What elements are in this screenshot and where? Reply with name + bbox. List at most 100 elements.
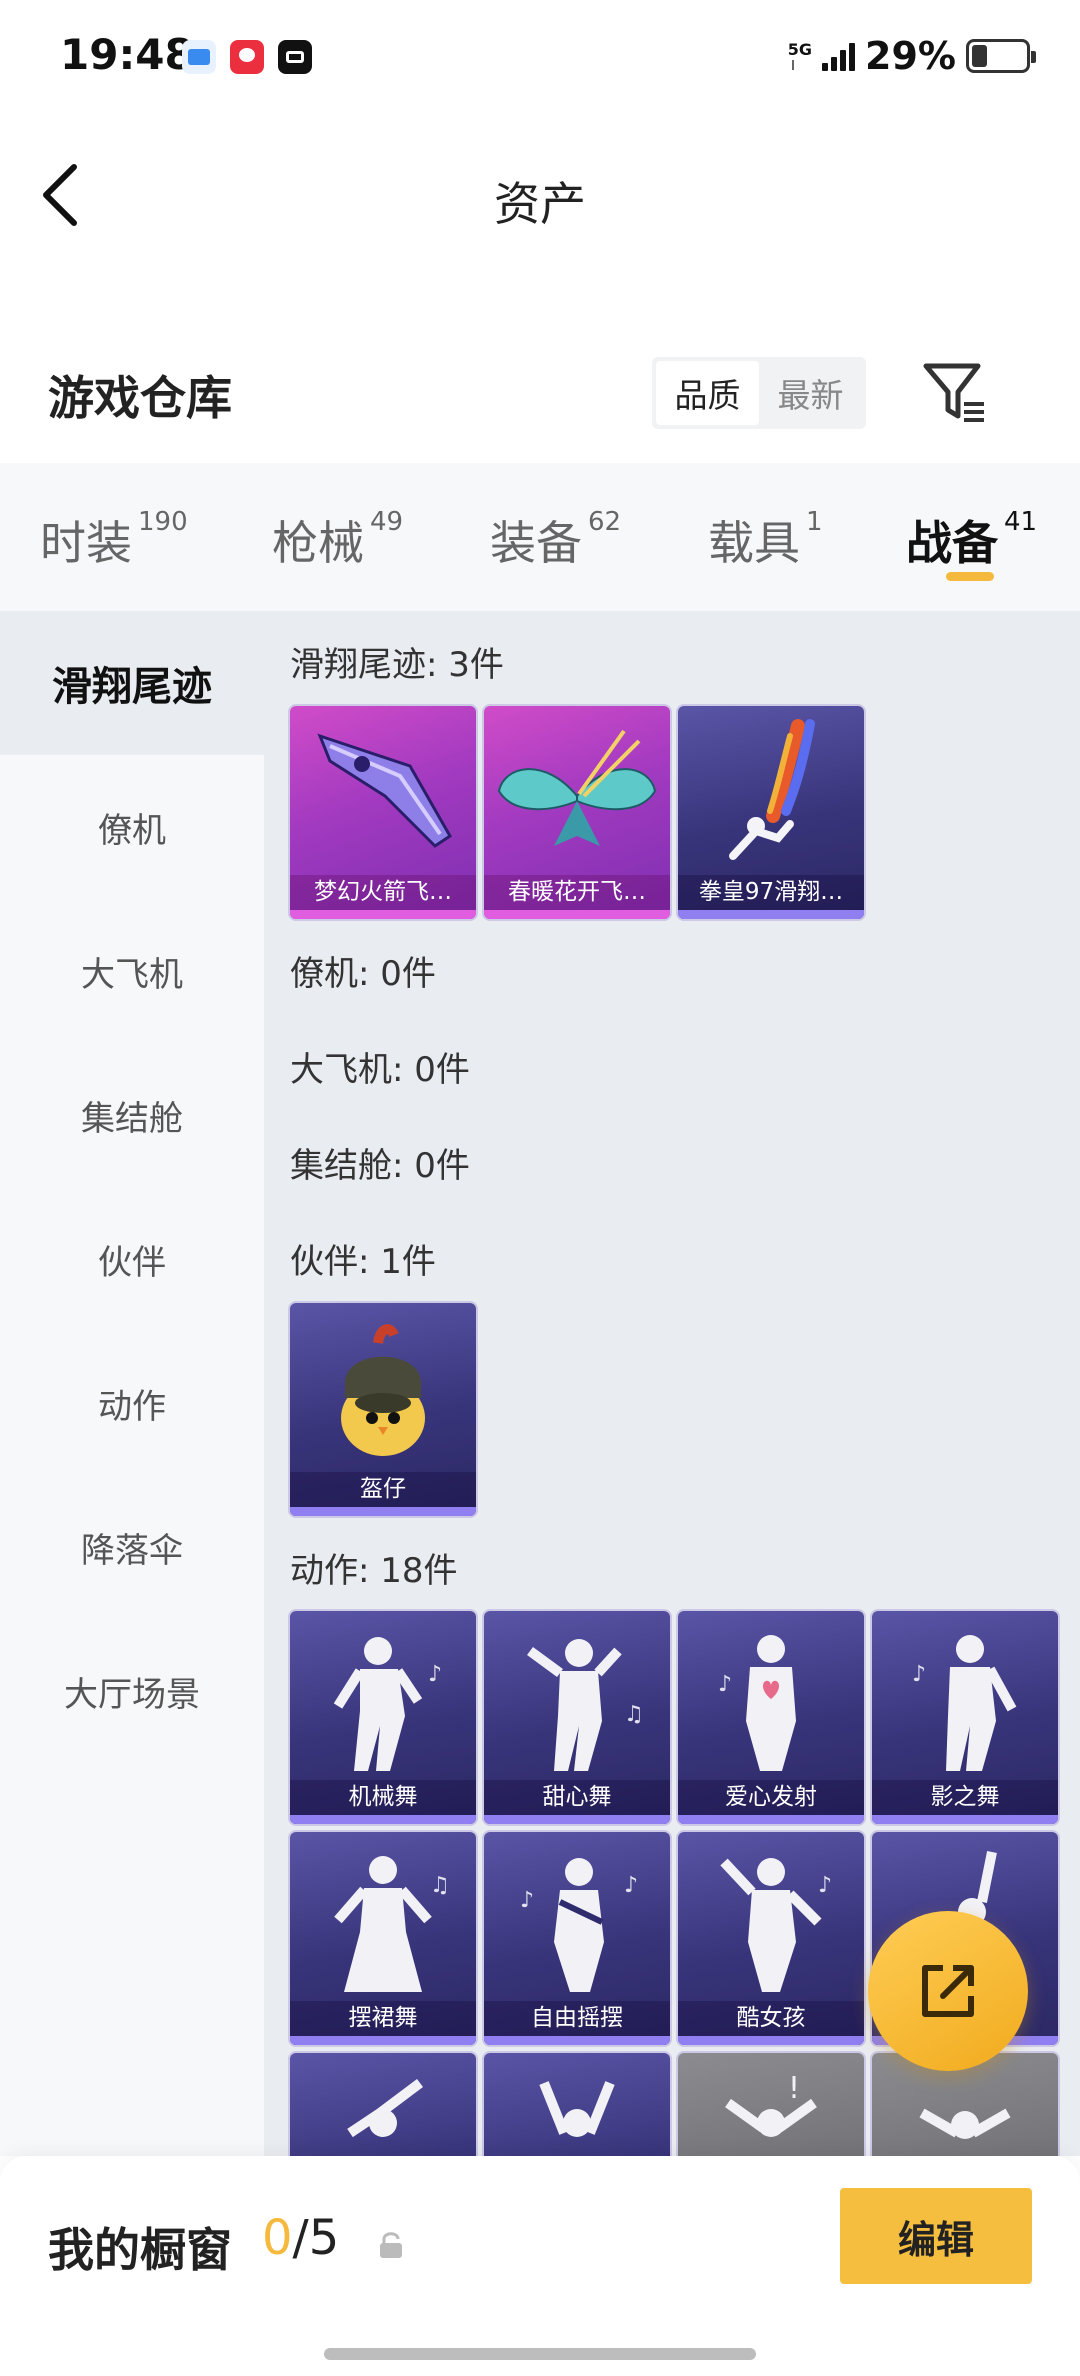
section-title-emote: 动作: 18件	[290, 1551, 458, 1591]
dancer-silhouette-image: ♪	[333, 1637, 442, 1771]
item-card[interactable]: 盔仔	[290, 1303, 476, 1516]
sidebar-item-plane[interactable]: 大飞机	[0, 899, 264, 1043]
item-label: 爱心发射	[678, 1780, 864, 1815]
item-label: 盔仔	[290, 1472, 476, 1507]
dancer-silhouette-image	[539, 2081, 615, 2137]
sidebar-item-glide-trail[interactable]: 滑翔尾迹	[0, 611, 264, 755]
tab-count: 62	[588, 507, 622, 537]
svg-text:♫: ♫	[430, 1873, 450, 1898]
dancer-silhouette-image: ♪	[912, 1635, 1017, 1771]
item-card[interactable]: ♪ 机械舞	[290, 1611, 476, 1824]
sidebar-item-partner[interactable]: 伙伴	[0, 1187, 264, 1331]
butterfly-glider-image	[497, 729, 657, 846]
item-card[interactable]: ♪ 影之舞	[872, 1611, 1058, 1824]
rarity-bar	[678, 910, 864, 919]
item-label: 影之舞	[872, 1780, 1058, 1815]
battery-icon	[966, 39, 1036, 73]
filter-icon	[923, 363, 984, 422]
share-button[interactable]	[868, 1911, 1028, 2071]
dancer-silhouette-image: ♪	[720, 1858, 832, 1992]
showcase-label: 我的橱窗	[48, 2223, 232, 2277]
sort-quality-button[interactable]: 品质	[656, 361, 759, 425]
tab-count: 49	[370, 507, 404, 537]
item-card[interactable]: ♪ 爱心发射	[678, 1611, 864, 1824]
sidebar-item-emote[interactable]: 动作	[0, 1331, 264, 1475]
category-tabs: 时装 190 枪械 49 装备 62 载具 1 战备 41	[0, 463, 1080, 611]
bottom-bar: 我的橱窗 0/5 编辑	[0, 2156, 1080, 2376]
svg-text:!: !	[788, 2071, 800, 2106]
tab-guns[interactable]: 枪械 49	[272, 507, 403, 573]
tab-gear[interactable]: 战备 41	[906, 507, 1037, 573]
glider-image	[317, 733, 452, 848]
status-bar: 19:48 5G 29%	[0, 0, 1080, 120]
dancer-silhouette-image: ♪♪	[520, 1858, 638, 1992]
section-title-partner: 伙伴: 1件	[290, 1242, 436, 1282]
tab-label: 时装	[40, 516, 132, 570]
sidebar-item-pod[interactable]: 集结舱	[0, 1043, 264, 1187]
partner-chick-image	[341, 1324, 425, 1456]
item-card[interactable]: 拳皇97滑翔…	[678, 706, 864, 919]
item-card[interactable]	[290, 2053, 476, 2156]
dancer-silhouette-image	[347, 2079, 423, 2138]
rarity-bar	[872, 1815, 1058, 1824]
filter-button[interactable]	[920, 358, 990, 428]
lock-icon	[380, 2232, 402, 2258]
tab-equipment[interactable]: 装备 62	[490, 507, 621, 573]
svg-text:♪: ♪	[718, 1672, 732, 1697]
rarity-bar	[290, 2036, 476, 2045]
section-title-pod: 集结舱: 0件	[290, 1146, 470, 1186]
item-label: 机械舞	[290, 1780, 476, 1815]
rarity-bar	[484, 1815, 670, 1824]
item-card[interactable]: ♫ 摆裙舞	[290, 1832, 476, 2045]
item-label: 酷女孩	[678, 2001, 864, 2036]
item-label: 拳皇97滑翔…	[678, 875, 864, 910]
rarity-bar	[484, 910, 670, 919]
tab-fashion[interactable]: 时装 190	[40, 507, 188, 573]
sidebar: 滑翔尾迹 僚机 大飞机 集结舱 伙伴 动作 降落伞 大厅场景	[0, 611, 264, 2156]
item-label: 甜心舞	[484, 1780, 670, 1815]
item-card[interactable]	[484, 2053, 670, 2156]
dancer-silhouette-image: ♪	[718, 1635, 796, 1771]
trail-image	[729, 719, 815, 860]
section-title-glide: 滑翔尾迹: 3件	[290, 645, 504, 685]
app-notification-icon	[230, 40, 264, 74]
tab-count: 190	[138, 507, 188, 537]
svg-text:♪: ♪	[818, 1873, 832, 1898]
showcase-count-total: /5	[292, 2210, 340, 2266]
item-card[interactable]: !	[678, 2053, 864, 2156]
svg-text:♫: ♫	[624, 1702, 644, 1727]
item-card[interactable]: ♪ 酷女孩	[678, 1832, 864, 2045]
sort-toggle: 品质 最新	[652, 357, 866, 429]
tab-label: 载具	[708, 516, 800, 570]
item-card[interactable]: 春暖花开飞…	[484, 706, 670, 919]
sidebar-item-wingman[interactable]: 僚机	[0, 755, 264, 899]
rarity-bar	[678, 2036, 864, 2045]
sidebar-item-parachute[interactable]: 降落伞	[0, 1475, 264, 1619]
dancer-silhouette-image: ♫	[527, 1639, 644, 1771]
tab-count: 41	[1004, 507, 1038, 537]
rarity-bar	[290, 1507, 476, 1516]
home-indicator[interactable]	[324, 2348, 756, 2360]
tab-label: 装备	[490, 516, 582, 570]
sort-latest-button[interactable]: 最新	[759, 361, 862, 425]
warehouse-title: 游戏仓库	[48, 371, 232, 425]
rarity-bar	[290, 1815, 476, 1824]
tab-label: 枪械	[272, 516, 364, 570]
svg-text:♪: ♪	[912, 1662, 926, 1687]
item-label: 梦幻火箭飞…	[290, 875, 476, 910]
app-notification-icon	[182, 40, 216, 74]
item-card[interactable]: 梦幻火箭飞…	[290, 706, 476, 919]
section-title-wingman: 僚机: 0件	[290, 954, 436, 994]
capcut-icon	[278, 40, 312, 74]
showcase-count: 0/5	[262, 2210, 339, 2266]
showcase-count-current: 0	[262, 2210, 293, 2266]
rarity-bar	[484, 2036, 670, 2045]
svg-text:♪: ♪	[428, 1662, 442, 1687]
item-label: 春暖花开飞…	[484, 875, 670, 910]
dancer-silhouette-image: !	[725, 2071, 817, 2137]
item-card[interactable]: ♪ ♪ 自由摇摆	[484, 1832, 670, 2045]
edit-button[interactable]: 编辑	[840, 2188, 1032, 2284]
tab-vehicles[interactable]: 载具 1	[708, 507, 823, 573]
sidebar-item-lobby-scene[interactable]: 大厅场景	[0, 1619, 264, 1763]
item-card[interactable]: ♫ 甜心舞	[484, 1611, 670, 1824]
